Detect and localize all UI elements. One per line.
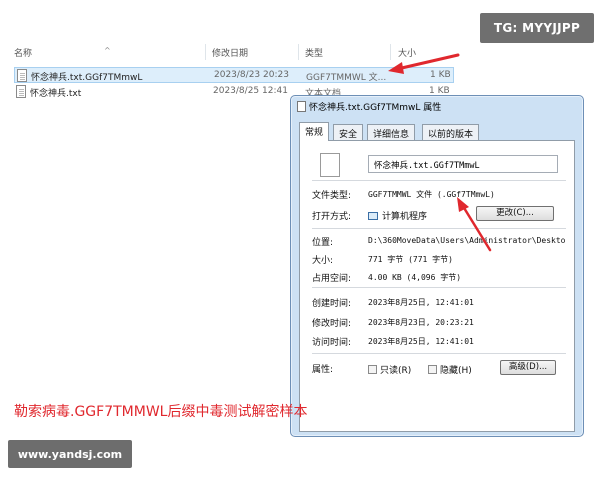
screenshot: TG: MYYJJPP 名称 ^ 修改日期 类型 大小 怀念神兵.txt.GGf… (0, 0, 600, 480)
tab-general[interactable]: 常规 (299, 122, 330, 141)
watermark-bottom: www.yandsj.com (8, 440, 132, 468)
annotation-caption: 勒索病毒.GGF7TMMWL后缀中毒测试解密样本 (14, 404, 308, 420)
arrow-to-file-type (388, 53, 460, 74)
arrow-to-extension (457, 197, 492, 252)
